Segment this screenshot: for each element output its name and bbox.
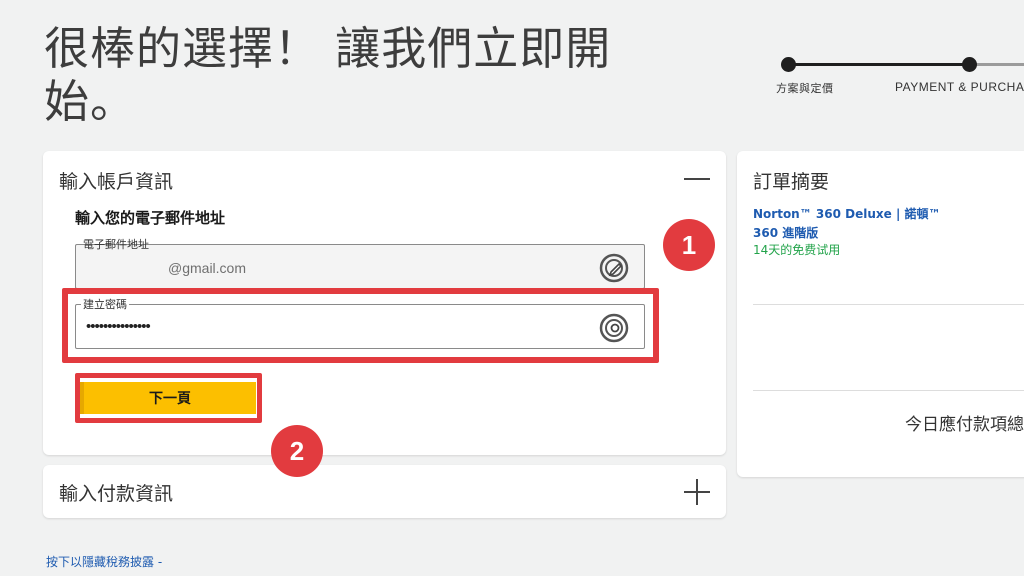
- order-summary-title: 訂單摘要: [753, 171, 830, 193]
- stepper-line-pending: [970, 63, 1024, 66]
- order-summary-card: 訂單摘要 Norton™ 360 Deluxe | 諾頓™ 360 進階版 14…: [737, 151, 1024, 477]
- email-field-label: 電子郵件地址: [81, 236, 151, 252]
- page-title: 很棒的選擇！ 讓我們立即開始。: [44, 22, 612, 128]
- password-field-value: •••••••••••••••: [86, 318, 151, 335]
- account-info-card: 輸入帳戶資訊 輸入您的電子郵件地址 電子郵件地址 @gmail.com 建立密碼…: [43, 151, 726, 455]
- summary-divider: [753, 304, 1024, 305]
- plus-icon[interactable]: [684, 479, 710, 505]
- step-label-plans: 方案與定價: [776, 82, 834, 95]
- next-page-button[interactable]: 下一頁: [80, 382, 256, 414]
- email-section-label: 輸入您的電子郵件地址: [75, 209, 226, 227]
- account-info-header: 輸入帳戶資訊: [59, 171, 174, 193]
- password-field-label: 建立密碼: [81, 296, 129, 312]
- eye-icon[interactable]: [598, 312, 630, 344]
- due-today-label: 今日應付款項總: [905, 415, 1024, 435]
- summary-divider: [753, 390, 1024, 391]
- email-field[interactable]: 電子郵件地址 @gmail.com: [75, 236, 645, 289]
- step-dot-plans: [781, 57, 796, 72]
- free-trial-text: 14天的免费试用: [753, 243, 841, 257]
- checkout-stepper: 方案與定價 PAYMENT & PURCHA: [760, 54, 1024, 99]
- product-name: Norton™ 360 Deluxe | 諾頓™ 360 進階版: [753, 207, 941, 240]
- edit-icon[interactable]: [598, 252, 630, 284]
- step-label-payment: PAYMENT & PURCHA: [895, 80, 1024, 94]
- payment-info-card[interactable]: 輸入付款資訊: [43, 465, 726, 518]
- create-password-field[interactable]: 建立密碼 •••••••••••••••: [75, 296, 645, 349]
- payment-info-header: 輸入付款資訊: [59, 483, 174, 505]
- stepper-line-completed: [788, 63, 970, 66]
- step-dot-payment: [962, 57, 977, 72]
- annotation-badge-1: 1: [663, 219, 715, 271]
- hide-tax-disclosure-link[interactable]: 按下以隱藏稅務披露 -: [46, 553, 162, 570]
- email-field-value: @gmail.com: [168, 260, 247, 276]
- annotation-badge-2: 2: [271, 425, 323, 477]
- minus-icon[interactable]: [684, 178, 710, 180]
